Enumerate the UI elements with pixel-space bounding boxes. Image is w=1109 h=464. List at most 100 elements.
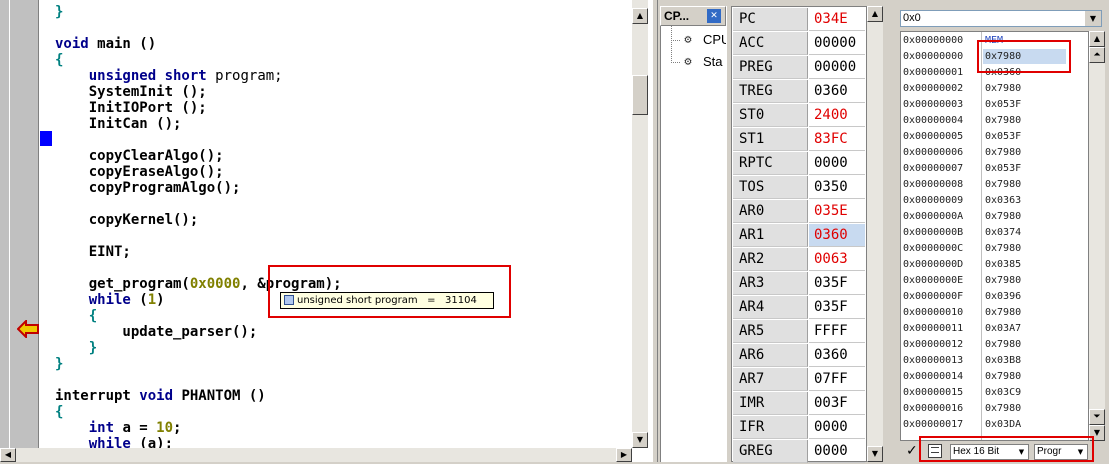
register-name: IFR	[733, 416, 808, 439]
memory-value[interactable]: 0x7980	[985, 113, 1045, 129]
memory-address: 0x00000002	[903, 83, 964, 94]
register-row[interactable]: IFR 0000	[733, 416, 865, 440]
memory-address-input[interactable]: 0x0	[900, 10, 1102, 27]
memory-address: 0x00000010	[903, 307, 964, 318]
register-vertical-scrollbar[interactable]	[867, 6, 883, 462]
register-row[interactable]: PREG 00000	[733, 56, 865, 80]
register-value[interactable]: 00000	[809, 32, 865, 55]
register-value[interactable]: 0000	[809, 440, 865, 463]
highlight-box-toolbar	[919, 436, 1094, 462]
register-name: GREG	[733, 440, 808, 463]
scroll-up-icon[interactable]: ▲	[1089, 31, 1105, 47]
register-value[interactable]: FFFF	[809, 320, 865, 343]
register-row[interactable]: TREG 0360	[733, 80, 865, 104]
memory-address: 0x0000000E	[903, 275, 964, 286]
register-row[interactable]: AR0 035E	[733, 200, 865, 224]
register-row[interactable]: GREG 0000	[733, 440, 865, 464]
register-value[interactable]: 0000	[809, 416, 865, 439]
register-row[interactable]: ACC 00000	[733, 32, 865, 56]
pane-splitter[interactable]	[652, 0, 658, 462]
memory-address: 0x00000009	[903, 195, 964, 206]
tree-item-cpu[interactable]: CPU	[703, 32, 726, 47]
register-row[interactable]: AR4 035F	[733, 296, 865, 320]
memory-address: 0x0000000D	[903, 259, 964, 270]
register-value[interactable]: 07FF	[809, 368, 865, 391]
register-row[interactable]: AR7 07FF	[733, 368, 865, 392]
register-value[interactable]: 0360	[809, 80, 865, 103]
register-value[interactable]: 034E	[809, 8, 865, 31]
memory-value[interactable]: 0x7980	[985, 177, 1045, 193]
memory-value[interactable]: 0x7980	[985, 145, 1045, 161]
register-name: AR2	[733, 248, 808, 271]
scroll-down-icon[interactable]: ▼	[867, 446, 883, 462]
register-value[interactable]: 035F	[809, 296, 865, 319]
memory-value[interactable]: 0x7980	[985, 209, 1045, 225]
scroll-right-icon[interactable]: ▶	[616, 448, 632, 462]
register-value[interactable]: 003F	[809, 392, 865, 415]
register-name: PC	[733, 8, 808, 31]
register-row[interactable]: RPTC 0000	[733, 152, 865, 176]
page-down-icon[interactable]: ⏷	[1089, 409, 1105, 425]
register-value[interactable]: 0360	[809, 344, 865, 367]
memory-value[interactable]: 0x7980	[985, 369, 1045, 385]
close-icon[interactable]: ✕	[707, 9, 721, 23]
register-row[interactable]: AR6 0360	[733, 344, 865, 368]
register-row[interactable]: TOS 0350	[733, 176, 865, 200]
memory-value[interactable]: 0x03B8	[985, 353, 1045, 369]
tree-item-status[interactable]: Sta	[703, 54, 726, 69]
register-value[interactable]: 0350	[809, 176, 865, 199]
code-line: void main ()	[55, 36, 157, 52]
memory-address: 0x00000007	[903, 163, 964, 174]
breakpoint-gutter[interactable]	[10, 0, 39, 462]
register-row[interactable]: AR3 035F	[733, 272, 865, 296]
register-row[interactable]: ST1 83FC	[733, 128, 865, 152]
register-row[interactable]: ST0 2400	[733, 104, 865, 128]
memory-value[interactable]: 0x03DA	[985, 417, 1045, 433]
editor-horizontal-scrollbar[interactable]	[0, 448, 632, 462]
editor-scroll-thumb[interactable]	[632, 75, 648, 115]
memory-value[interactable]: 0x7980	[985, 305, 1045, 321]
register-value[interactable]: 035E	[809, 200, 865, 223]
memory-address: 0x00000004	[903, 115, 964, 126]
register-value[interactable]: 83FC	[809, 128, 865, 151]
memory-value[interactable]: 0x0363	[985, 193, 1045, 209]
register-row[interactable]: AR1 0360	[733, 224, 865, 248]
register-row[interactable]: AR2 0063	[733, 248, 865, 272]
scroll-up-icon[interactable]: ▲	[867, 6, 883, 22]
register-name: AR7	[733, 368, 808, 391]
code-line: interrupt void PHANTOM ()	[55, 388, 266, 404]
register-value[interactable]: 0063	[809, 248, 865, 271]
page-up-icon[interactable]: ⏶	[1089, 47, 1105, 63]
register-value[interactable]: 0360	[809, 224, 865, 247]
memory-value[interactable]: 0x0374	[985, 225, 1045, 241]
register-row[interactable]: AR5 FFFF	[733, 320, 865, 344]
memory-value[interactable]: 0x7980	[985, 401, 1045, 417]
memory-value[interactable]: 0x03A7	[985, 321, 1045, 337]
code-line: SystemInit ();	[55, 84, 207, 100]
memory-value[interactable]: 0x0385	[985, 257, 1045, 273]
register-row[interactable]: IMR 003F	[733, 392, 865, 416]
memory-value[interactable]: 0x03C9	[985, 385, 1045, 401]
register-value[interactable]: 0000	[809, 152, 865, 175]
scroll-left-icon[interactable]: ◀	[0, 448, 16, 462]
memory-value[interactable]: 0x053F	[985, 97, 1045, 113]
register-name: AR6	[733, 344, 808, 367]
register-value[interactable]: 035F	[809, 272, 865, 295]
memory-value[interactable]: 0x7980	[985, 81, 1045, 97]
memory-value[interactable]: 0x7980	[985, 337, 1045, 353]
scroll-up-icon[interactable]: ▲	[632, 8, 648, 24]
register-value[interactable]: 2400	[809, 104, 865, 127]
address-value: 0x0	[903, 12, 921, 24]
register-row[interactable]: PC 034E	[733, 8, 865, 32]
chevron-down-icon[interactable]: ▼	[1085, 11, 1101, 26]
memory-value[interactable]: 0x0396	[985, 289, 1045, 305]
editor-vertical-scrollbar[interactable]	[632, 0, 648, 448]
memory-vertical-scrollbar[interactable]	[1089, 31, 1105, 441]
register-value[interactable]: 00000	[809, 56, 865, 79]
memory-value[interactable]: 0x053F	[985, 129, 1045, 145]
code-line: InitCan ();	[55, 116, 182, 132]
memory-value[interactable]: 0x7980	[985, 241, 1045, 257]
scroll-down-icon[interactable]: ▼	[632, 432, 648, 448]
memory-value[interactable]: 0x7980	[985, 273, 1045, 289]
memory-value[interactable]: 0x053F	[985, 161, 1045, 177]
